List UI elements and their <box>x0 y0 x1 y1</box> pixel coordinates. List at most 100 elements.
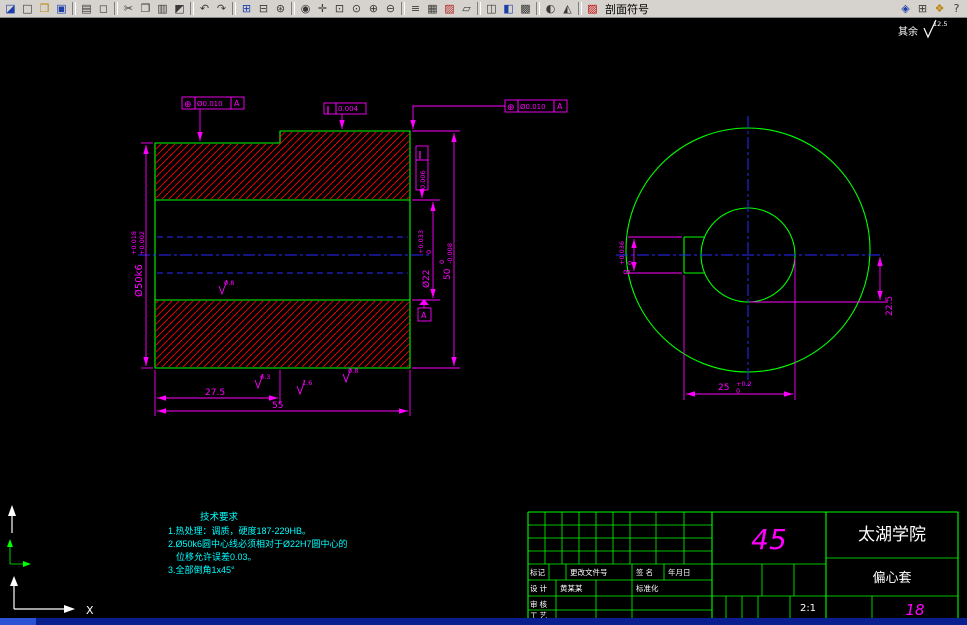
toolbar-separator <box>190 2 194 15</box>
rest-surface-note: 其余 12.5 <box>898 19 947 39</box>
drawing-scale: 2:1 <box>800 603 816 614</box>
dim-text: 22.5 <box>885 296 895 316</box>
side-view <box>616 116 884 386</box>
taskbar-segment <box>0 618 36 625</box>
label-mark: 标记 <box>530 567 545 577</box>
notes-title: 技术要求 <box>200 511 239 523</box>
dim-text: Ø22 <box>421 269 432 288</box>
fcf-datum: A <box>234 99 240 108</box>
label-design: 设 计 <box>530 583 548 593</box>
drawing-canvas[interactable]: Ø50k6 +0.018 +0.002 Ø22 +0.033 0 50 0 -0… <box>0 18 967 620</box>
label-standard: 标准化 <box>636 583 659 593</box>
x-axis-label: X <box>86 604 94 617</box>
toolbar-button-copy[interactable]: ❐ <box>137 1 154 16</box>
toolbar-button-hyperlink[interactable]: ⊛ <box>272 1 289 16</box>
part-name: 偏心套 <box>872 570 911 585</box>
fcf-symbol: ∥ <box>326 105 330 114</box>
dim-keyway-depth: 25 +0.2 0 <box>683 258 796 400</box>
hatch-bottom <box>156 301 409 367</box>
notes-line: 3.全部倒角1x45° <box>168 564 235 575</box>
toolbar-button-undo[interactable]: ↶ <box>196 1 213 16</box>
dim-text: 55 <box>272 401 283 411</box>
toolbar-button-design-center[interactable]: ◧ <box>500 1 517 16</box>
toolbar-button-print[interactable]: ▤ <box>78 1 95 16</box>
toolbar-button-zoom-in[interactable]: ⊕ <box>365 1 382 16</box>
toolbar-button-zoom-previous[interactable]: ⊙ <box>348 1 365 16</box>
toolbar-button-properties[interactable]: ◫ <box>483 1 500 16</box>
fcf-value: Ø0.010 <box>520 103 546 111</box>
toolbar-button-pan[interactable]: ✛ <box>314 1 331 16</box>
fcf-parallel-0004: ∥ 0.004 <box>323 102 367 129</box>
taskbar-strip <box>0 618 967 625</box>
toolbar-separator <box>578 2 582 15</box>
rest-value: 12.5 <box>933 20 947 28</box>
toolbar-button-render[interactable]: ◐ <box>542 1 559 16</box>
toolbar-button-section-symbol[interactable]: ▨ <box>584 1 601 16</box>
label-check: 审 核 <box>530 599 548 609</box>
toolbar-button-cut[interactable]: ✂ <box>120 1 137 16</box>
dim-tol-upper: 0 <box>438 260 446 264</box>
section-view <box>138 130 432 369</box>
roughness-value: 0.8 <box>224 279 234 287</box>
toolbar-button-insert-block[interactable]: ⊞ <box>238 1 255 16</box>
toolbar-button-print-preview[interactable]: ◻ <box>95 1 112 16</box>
dim-keyway-width: 8 +0.036 0 <box>618 236 682 275</box>
dim-tol-lower: 0 <box>626 261 634 265</box>
dim-text: Ø50k6 <box>133 264 145 297</box>
fcf-symbol: ⊕ <box>507 103 515 113</box>
toolbar-separator <box>477 2 481 15</box>
dim-text: 27.5 <box>205 388 225 398</box>
toolbar-button-layer-manager[interactable]: ≡ <box>407 1 424 16</box>
toolbar-button-help[interactable]: ? <box>948 1 965 16</box>
notes-line: 位移允许误差0.03。 <box>176 551 257 562</box>
toolbar: ◪ □ ❒ ▣ ▤ ◻ ✂ ❐ ▥ ◩ ↶ ↷ ⊞ ⊟ ⊛ ◉ ✛ ⊡ ⊙ ⊕ ⊖ ≡ ▦ ▨ ▱ ◫ ◧ ▩ ◐ ◭ ▨ 剖面符号 ◈ ⊞ ❖? <box>0 0 967 18</box>
sheet-number: 18 <box>905 601 924 618</box>
notes-line: 1.热处理：调质，硬度187-229HB。 <box>168 525 311 536</box>
hatch-top <box>156 132 409 199</box>
designer-name: 黄某某 <box>560 583 583 593</box>
toolbar-button-zoom-window[interactable]: ⊡ <box>331 1 348 16</box>
roughness-value: 6.3 <box>260 373 270 381</box>
toolbar-button-object-snap[interactable]: ◈ <box>897 1 914 16</box>
toolbar-button-save-file[interactable]: ▣ <box>53 1 70 16</box>
roughness-value: 0.8 <box>348 367 358 375</box>
datum-label: A <box>421 311 427 320</box>
dim-tol-lower: +0.002 <box>138 231 146 255</box>
toolbar-button-paste[interactable]: ▥ <box>154 1 171 16</box>
notes-line: 2.Ø50k6圆中心线必须相对于Ø22H7圆中心的 <box>168 538 348 549</box>
toolbar-button-materials[interactable]: ◭ <box>559 1 576 16</box>
fcf-symbol: ∥ <box>418 150 422 159</box>
fcf-datum: A <box>557 102 563 111</box>
toolbar-separator <box>401 2 405 15</box>
toolbar-button-color-control[interactable]: ▨ <box>441 1 458 16</box>
technical-notes: 技术要求 1.热处理：调质，硬度187-229HB。 2.Ø50k6圆中心线必须… <box>168 511 348 575</box>
organization-name: 太湖学院 <box>858 525 926 544</box>
toolbar-button-linetype-control[interactable]: ▱ <box>458 1 475 16</box>
toolbar-button-new-file[interactable]: □ <box>19 1 36 16</box>
datum-a-flag: A <box>417 299 432 322</box>
toolbar-button-match-properties[interactable]: ◩ <box>171 1 188 16</box>
toolbar-separator <box>291 2 295 15</box>
toolbar-button-zoom-out[interactable]: ⊖ <box>382 1 399 16</box>
toolbar-button-layer-control[interactable]: ▦ <box>424 1 441 16</box>
x-axis-arrow-icon <box>64 605 75 613</box>
toolbar-button-xref[interactable]: ⊟ <box>255 1 272 16</box>
dim-diameter-22: Ø22 +0.033 0 <box>412 199 440 301</box>
toolbar-button-properties-panel[interactable]: ❖ <box>931 1 948 16</box>
fcf-value: 0.006 <box>419 170 427 189</box>
toolbar-button-zoom-realtime[interactable]: ◉ <box>297 1 314 16</box>
up-arrow-icon <box>8 505 16 516</box>
fcf-position-1: ⊕ Ø0.010 A <box>181 96 245 141</box>
dim-tol-upper: +0.033 <box>417 230 425 254</box>
label-change: 更改文件号 <box>570 567 608 577</box>
toolbar-button-grid-display[interactable]: ⊞ <box>914 1 931 16</box>
dim-text: 50 <box>443 268 453 280</box>
fcf-value: Ø0.010 <box>197 100 223 108</box>
toolbar-button-app-menu[interactable]: ◪ <box>2 1 19 16</box>
dim-eccentric: 22.5 <box>750 257 895 316</box>
toolbar-button-redo[interactable]: ↷ <box>213 1 230 16</box>
toolbar-button-open-file[interactable]: ❒ <box>36 1 53 16</box>
dim-length-55: 55 <box>157 370 411 416</box>
toolbar-button-tool-palettes[interactable]: ▩ <box>517 1 534 16</box>
y-axis-arrow-icon <box>10 576 18 586</box>
